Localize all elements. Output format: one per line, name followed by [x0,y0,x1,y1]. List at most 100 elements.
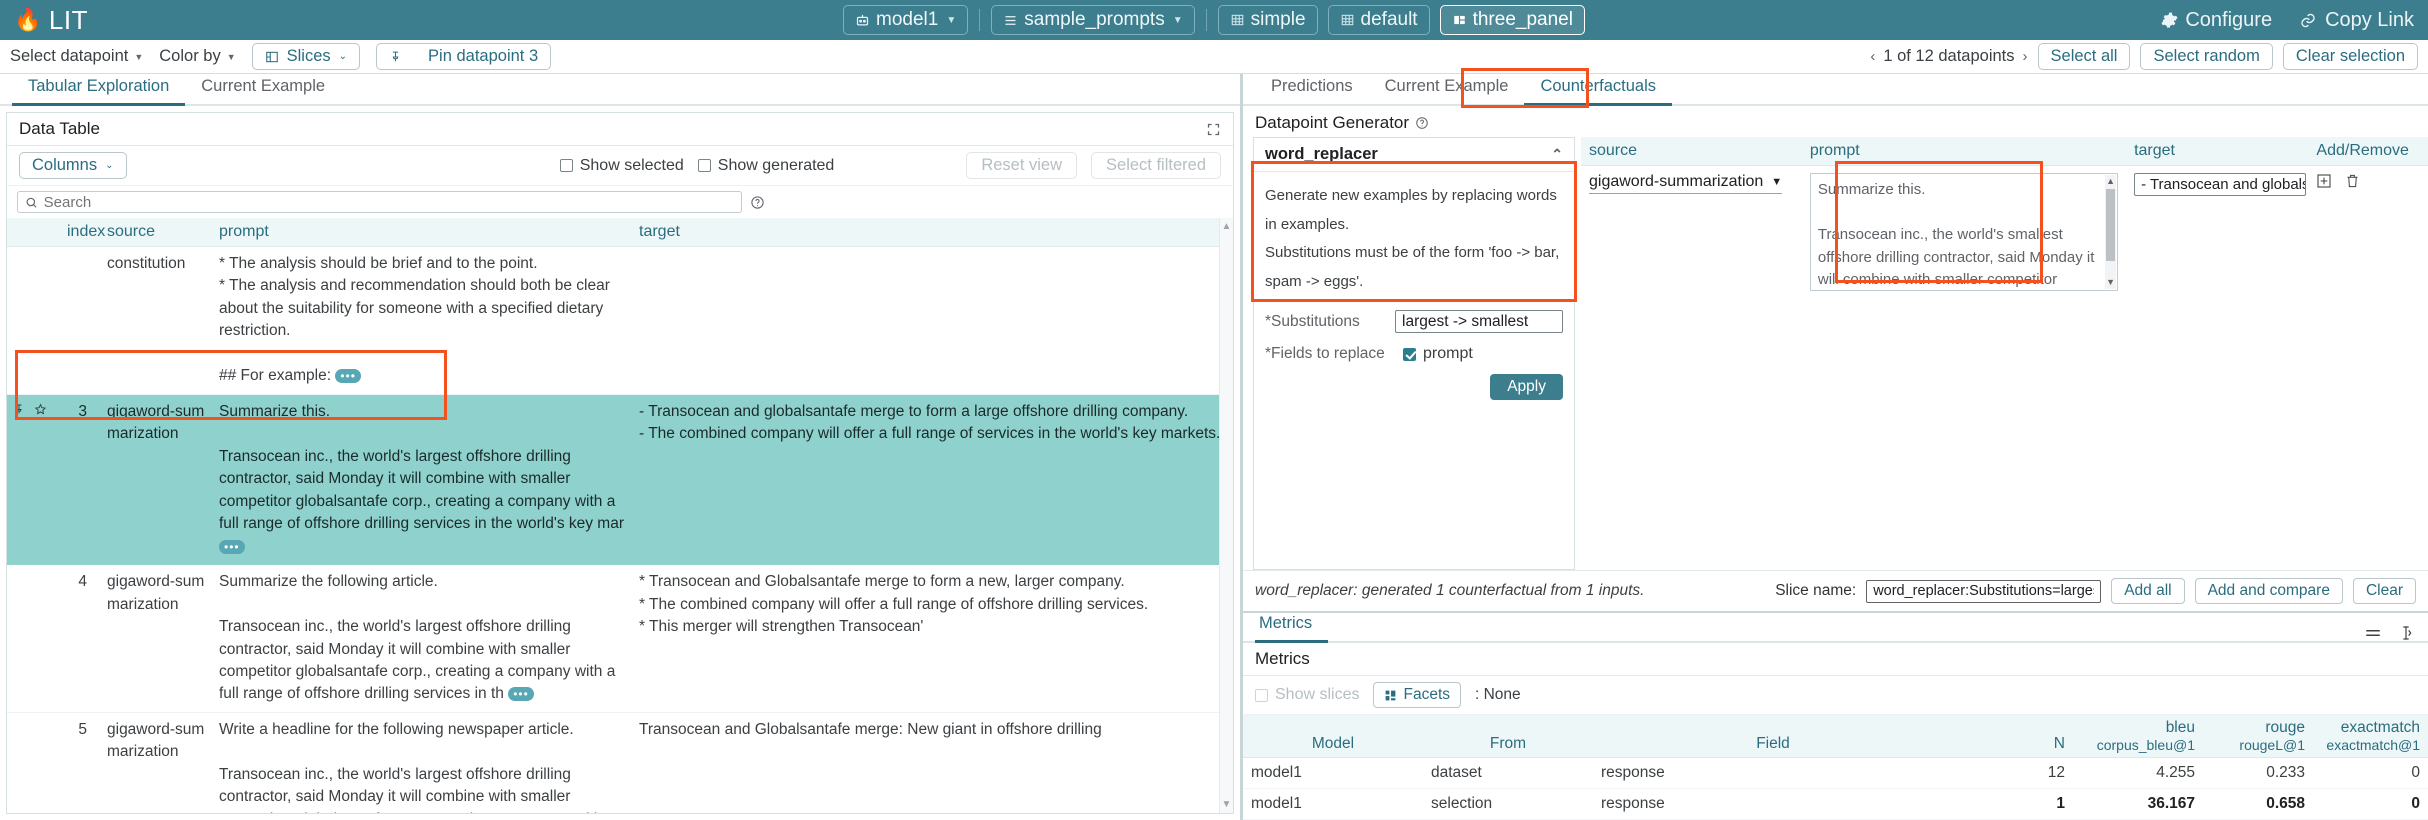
mx-th-bleu[interactable]: bleu corpus_bleu@1 [2073,715,2203,758]
reset-view-button[interactable]: Reset view [966,152,1077,179]
cf-target-input[interactable]: - Transocean and globals [2134,173,2306,196]
table-row[interactable]: constitution * The analysis should be br… [7,247,1233,395]
color-by-dropdown[interactable]: Color by ▼ [159,47,235,66]
minimize-icon[interactable] [2364,628,2382,638]
generator-card-header[interactable]: word_replacer ⌃ [1254,138,1574,172]
checkbox-icon [1403,348,1416,361]
mx-th-model[interactable]: Model [1243,715,1423,758]
show-generated-checkbox[interactable]: Show generated [698,157,835,175]
expand-vertical-icon[interactable] [2398,625,2414,641]
layout-default-chip[interactable]: default [1328,5,1430,35]
select-all-button[interactable]: Select all [2038,43,2131,70]
help-icon[interactable] [1415,116,1429,130]
layout-three-panel-chip[interactable]: three_panel [1440,5,1585,35]
scrollbar-thumb[interactable] [2106,189,2115,261]
card-title-label: Data Table [19,119,100,139]
tab-counterfactuals[interactable]: Counterfactuals [1524,73,1672,106]
metrics-row[interactable]: model1 selection response 1 36.167 0.658… [1243,789,2428,820]
slice-name-input[interactable] [1866,580,2101,603]
select-datapoint-dropdown[interactable]: Select datapoint ▼ [10,47,143,66]
scroll-down-icon[interactable]: ▼ [2106,276,2115,290]
clear-selection-button[interactable]: Clear selection [2283,43,2418,70]
copy-link-button[interactable]: Copy Link [2298,9,2414,32]
cell-index: 5 [61,712,101,813]
add-and-compare-button[interactable]: Add and compare [2195,578,2343,604]
expand-ellipsis-icon[interactable]: ••• [219,540,245,554]
mx-th-exactmatch[interactable]: exactmatch exactmatch@1 [2313,715,2428,758]
help-icon[interactable] [750,195,765,210]
cf-table-row: gigaword-summarization ▼ Summarize this.… [1581,166,2428,299]
tab-metrics[interactable]: Metrics [1255,610,1328,643]
main-area: Tabular Exploration Current Example Data… [0,74,2428,820]
mx-cell-bleu: 4.255 [2073,758,2203,789]
row-icons [7,394,61,564]
tab-label: Metrics [1259,614,1312,632]
cell-prompt: Write a headline for the following newsp… [213,712,633,813]
cf-prompt-textarea[interactable]: Summarize this. Transocean inc., the wor… [1810,173,2118,291]
search-input[interactable] [44,194,734,211]
dataset-selector-chip[interactable]: sample_prompts ▼ [991,5,1194,35]
apply-button[interactable]: Apply [1490,374,1563,400]
metrics-row[interactable]: model1 dataset response 12 4.255 0.233 0 [1243,758,2428,789]
scroll-down-icon[interactable]: ▼ [1222,799,1232,810]
show-slices-checkbox[interactable]: Show slices [1255,686,1359,704]
slices-button[interactable]: Slices ⌄ [252,43,360,70]
mx-th-from[interactable]: From [1423,715,1593,758]
facets-value-label: : None [1475,686,1521,704]
th-index[interactable]: index [61,218,101,247]
search-box[interactable] [17,191,742,213]
select-filtered-button[interactable]: Select filtered [1091,152,1221,179]
app-brand: 🔥 LIT [14,5,88,36]
table-header-row: index source prompt target [7,218,1233,247]
cf-prompt-scrollbar[interactable]: ▲ ▼ [2105,175,2116,289]
chevron-down-icon: ▼ [1173,15,1183,26]
fields-to-replace-row: *Fields to replace prompt [1254,341,1574,367]
cell-prompt-text: Summarize this. Transocean inc., the wor… [219,403,624,532]
scroll-up-icon[interactable]: ▲ [2106,175,2115,189]
tab-current-example[interactable]: Current Example [185,73,341,106]
table-scrollbar[interactable]: ▲ ▼ [1219,218,1233,813]
clear-button[interactable]: Clear [2353,578,2416,604]
pin-datapoint-button[interactable]: Pin datapoint 3 [376,43,551,70]
model-selector-chip[interactable]: model1 ▼ [843,5,968,35]
add-all-button[interactable]: Add all [2111,578,2184,604]
show-selected-checkbox[interactable]: Show selected [560,157,684,175]
th-target[interactable]: target [633,218,1233,247]
scroll-up-icon[interactable]: ▲ [1222,221,1232,232]
tab-predictions[interactable]: Predictions [1255,73,1369,106]
table-row[interactable]: 3 gigaword-summarization Summarize this.… [7,394,1233,564]
expand-ellipsis-icon[interactable]: ••• [508,687,534,701]
mx-th-n[interactable]: N [1953,715,2073,758]
cf-cell-add-remove [2308,166,2428,299]
expand-icon[interactable] [1206,122,1221,137]
robot-icon [855,13,870,28]
star-icon[interactable] [29,403,47,420]
field-prompt-checkbox[interactable]: prompt [1403,345,1473,363]
tab-tabular-exploration[interactable]: Tabular Exploration [12,73,185,106]
next-datapoint-button[interactable]: › [2023,48,2028,65]
copy-link-label: Copy Link [2325,9,2414,32]
th-prompt[interactable]: prompt [213,218,633,247]
layout-simple-chip[interactable]: simple [1218,5,1318,35]
expand-ellipsis-icon[interactable]: ••• [335,369,361,383]
mx-th-rouge[interactable]: rouge rougeL@1 [2203,715,2313,758]
delete-datapoint-icon[interactable] [2345,173,2360,189]
columns-button[interactable]: Columns ⌄ [19,152,127,179]
mx-th-field[interactable]: Field [1593,715,1953,758]
pin-icon[interactable] [13,403,29,420]
table-row[interactable]: 5 gigaword-summarization Write a headlin… [7,712,1233,813]
tab-current-example-right[interactable]: Current Example [1369,73,1525,106]
grid-icon [1230,13,1245,27]
source-dropdown[interactable]: gigaword-summarization ▼ [1589,173,1782,194]
table-row[interactable]: 4 gigaword-summarization Summarize the f… [7,565,1233,713]
substitutions-input[interactable] [1395,310,1563,333]
select-random-button[interactable]: Select random [2140,43,2272,70]
configure-button[interactable]: Configure [2161,9,2272,32]
th-source[interactable]: source [101,218,213,247]
chevron-up-icon[interactable]: ⌃ [1551,146,1563,163]
data-table-scroll-area[interactable]: index source prompt target constitution [7,218,1233,813]
facets-button[interactable]: Facets [1373,682,1461,708]
cell-source: constitution [101,247,213,395]
add-datapoint-icon[interactable] [2316,173,2332,189]
prev-datapoint-button[interactable]: ‹ [1870,48,1875,65]
